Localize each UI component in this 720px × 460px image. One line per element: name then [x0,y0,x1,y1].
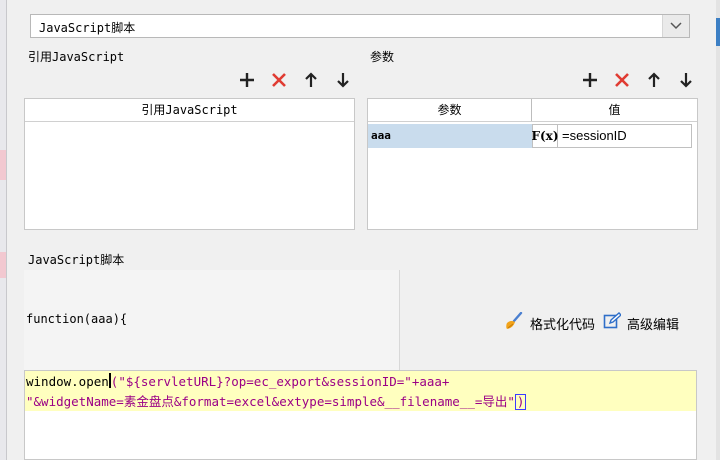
code-string-part1: "${servletURL}?op=ec_export&sessionID="+… [118,374,450,389]
referenced-js-toolbar [238,71,352,89]
parameter-value-field[interactable]: =sessionID [558,124,692,148]
broom-icon [504,311,524,334]
parameters-toolbar [581,71,695,89]
edge-marker [0,150,6,180]
code-editor[interactable]: window.open ("${servletURL}?op=ec_export&… [24,370,697,460]
parameters-table[interactable]: 参数 值 aaa F(x) =sessionID [367,98,698,230]
delete-icon[interactable] [613,71,631,89]
function-signature: function(aaa){ [26,312,128,326]
edge-marker [0,252,6,278]
parameter-value-column-header[interactable]: 值 [532,99,697,121]
parameter-name-cell[interactable]: aaa [368,124,532,148]
script-section-title: JavaScript脚本 [28,253,125,267]
delete-icon[interactable] [270,71,288,89]
referenced-js-title: 引用JavaScript [28,50,125,64]
move-up-icon[interactable] [645,71,663,89]
script-type-dropdown[interactable]: JavaScript脚本 [30,14,690,38]
move-up-icon[interactable] [302,71,320,89]
move-down-icon[interactable] [334,71,352,89]
left-window-edge [0,0,7,460]
edit-icon [603,312,623,334]
add-icon[interactable] [581,71,599,89]
function-signature-area: function(aaa){ [24,270,400,370]
referenced-js-table-header: 引用JavaScript [25,99,354,122]
formula-icon[interactable]: F(x) [531,124,559,148]
parameters-title: 参数 [370,50,395,64]
edge-tab [716,18,720,46]
advanced-edit-label: 高级编辑 [627,317,680,333]
parameters-table-header: 参数 值 [368,99,697,122]
code-close-paren: ) [514,394,527,410]
right-window-edge [716,0,720,460]
format-code-label: 格式化代码 [530,317,596,333]
move-down-icon[interactable] [677,71,695,89]
format-code-button[interactable]: 格式化代码 [504,311,596,334]
code-line-1: window.open ("${servletURL}?op=ec_export&… [26,373,449,389]
code-function-name: window.open [26,374,109,389]
code-line-2: "&widgetName=素金盘点&format=excel&extype=si… [26,391,527,410]
chevron-down-icon[interactable] [662,15,689,37]
parameter-name-column-header[interactable]: 参数 [368,99,532,121]
referenced-js-column-header[interactable]: 引用JavaScript [25,99,354,121]
add-icon[interactable] [238,71,256,89]
referenced-js-table[interactable]: 引用JavaScript [24,98,355,230]
advanced-edit-button[interactable]: 高级编辑 [603,312,679,334]
table-row[interactable]: aaa F(x) =sessionID [368,124,692,148]
formula-label: F(x) [531,129,559,143]
editor-actions: 格式化代码 高级编辑 [504,311,679,334]
script-type-value: JavaScript脚本 [39,21,136,35]
code-string-part2: "&widgetName=素金盘点&format=excel&extype=si… [26,394,515,409]
